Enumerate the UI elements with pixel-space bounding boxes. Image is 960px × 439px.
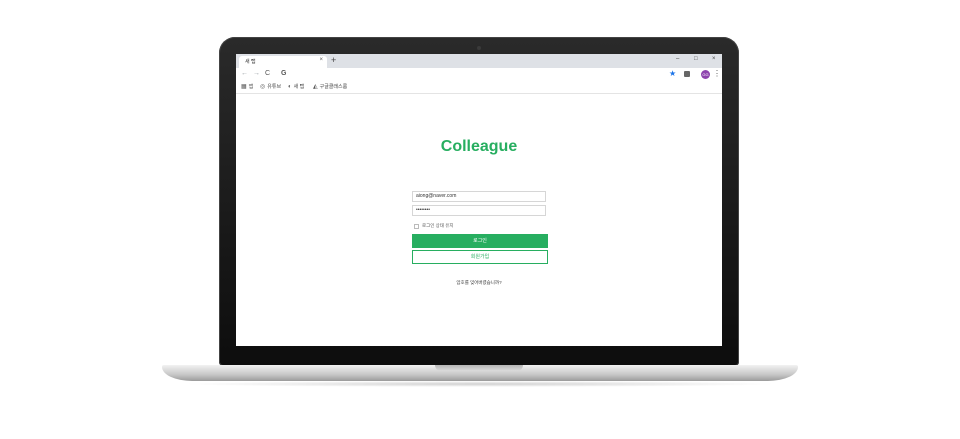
browser-toolbar: ← → C G ★ GG ⋮ (236, 68, 722, 82)
drive-icon: ◭ (313, 84, 318, 90)
page-title: Colleague (440, 138, 518, 155)
reload-icon[interactable]: C (265, 70, 270, 77)
web-icon: ◐ (288, 83, 292, 90)
password-field[interactable]: •••••••• (412, 205, 546, 216)
laptop-notch (435, 365, 523, 371)
minimize-icon[interactable]: – (676, 56, 679, 62)
close-icon[interactable]: × (319, 57, 323, 63)
apps-icon: ▦ (241, 84, 247, 90)
bookmark-new-tab[interactable]: ◐ 새 탭 (288, 83, 305, 91)
avatar[interactable]: GG (701, 70, 710, 79)
window-close-icon[interactable]: × (712, 56, 716, 62)
bookmark-apps[interactable]: ▦ 앱 (241, 83, 253, 90)
plus-icon[interactable]: + (331, 55, 336, 66)
remember-checkbox[interactable] (414, 223, 419, 229)
tab-new-tab[interactable]: 새 탭 × (239, 56, 327, 68)
bookmarks-bar: ▦ 앱 ◎ 유튜브 ◐ 새 탭 ◭ 구글클래스룸 (236, 82, 722, 94)
remember-label: 로그인 상태 유지 (422, 223, 454, 228)
bookmark-label: 유튜브 (267, 84, 282, 90)
bookmark-youtube[interactable]: ◎ 유튜브 (260, 83, 281, 90)
bookmark-label: 앱 (248, 84, 254, 90)
remember-me-row[interactable]: 로그인 상태 유지 (414, 223, 453, 229)
globe-icon: ◎ (260, 84, 266, 90)
star-icon[interactable]: ★ (669, 69, 676, 78)
tab-label: 새 탭 (245, 59, 256, 65)
menu-dots-icon[interactable]: ⋮ (713, 69, 721, 78)
maximize-icon[interactable]: □ (694, 56, 698, 62)
camera-icon (477, 46, 481, 50)
google-icon[interactable]: G (281, 70, 286, 77)
forward-icon[interactable]: → (253, 70, 260, 77)
login-button[interactable]: 로그인 (412, 234, 548, 248)
signup-button[interactable]: 회원가입 (412, 250, 548, 264)
tab-bar: 새 탭 × + – □ × (236, 54, 722, 68)
bookmark-classroom[interactable]: ◭ 구글클래스룸 (313, 83, 347, 90)
laptop-screen: 새 탭 × + – □ × ← → C G ★ GG ⋮ ▦ 앱 ◎ 유튜브 ◐… (236, 54, 722, 346)
forgot-password-link[interactable]: 암호를 잊어버렸습니까? (236, 280, 722, 286)
bookmark-label: 새 탭 (293, 84, 305, 90)
laptop-shadow (180, 381, 780, 387)
back-icon[interactable]: ← (241, 70, 248, 77)
extension-icon[interactable] (684, 71, 690, 77)
email-field[interactable]: aiong@naver.com (412, 191, 546, 202)
bookmark-label: 구글클래스룸 (319, 84, 348, 90)
